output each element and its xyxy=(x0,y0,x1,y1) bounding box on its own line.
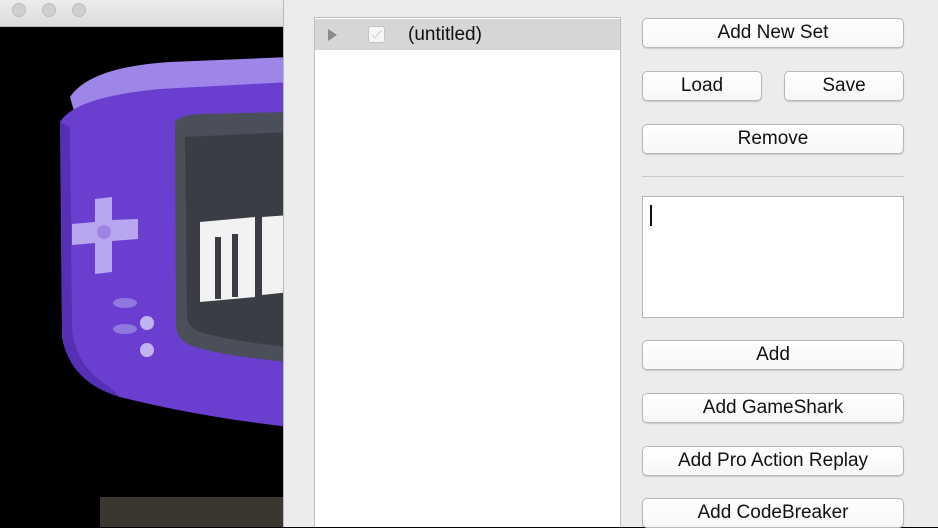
emulator-window xyxy=(0,0,290,527)
save-button[interactable]: Save xyxy=(784,71,904,101)
add-gameshark-button[interactable]: Add GameShark xyxy=(642,393,904,423)
emulator-titlebar xyxy=(0,0,290,27)
separator xyxy=(642,176,904,177)
add-new-set-button[interactable]: Add New Set xyxy=(642,18,904,48)
list-item[interactable]: (untitled) xyxy=(315,19,620,50)
close-window-button[interactable] xyxy=(12,3,26,17)
disclosure-triangle-icon[interactable] xyxy=(328,28,346,41)
load-button[interactable]: Load xyxy=(642,71,762,101)
minimize-window-button[interactable] xyxy=(42,3,56,17)
remove-button[interactable]: Remove xyxy=(642,124,904,154)
add-button[interactable]: Add xyxy=(642,340,904,370)
cheats-panel: (untitled) Add New Set Load Save Remove … xyxy=(283,0,938,528)
checkbox-icon[interactable] xyxy=(368,26,385,43)
add-pro-action-replay-button[interactable]: Add Pro Action Replay xyxy=(642,446,904,476)
cheat-set-label: (untitled) xyxy=(408,23,482,45)
zoom-window-button[interactable] xyxy=(72,3,86,17)
cheat-code-input[interactable] xyxy=(642,196,904,318)
cheat-list[interactable]: (untitled) xyxy=(314,17,621,527)
add-codebreaker-button[interactable]: Add CodeBreaker xyxy=(642,498,904,528)
game-console-artwork xyxy=(0,27,290,527)
text-caret xyxy=(650,205,652,226)
